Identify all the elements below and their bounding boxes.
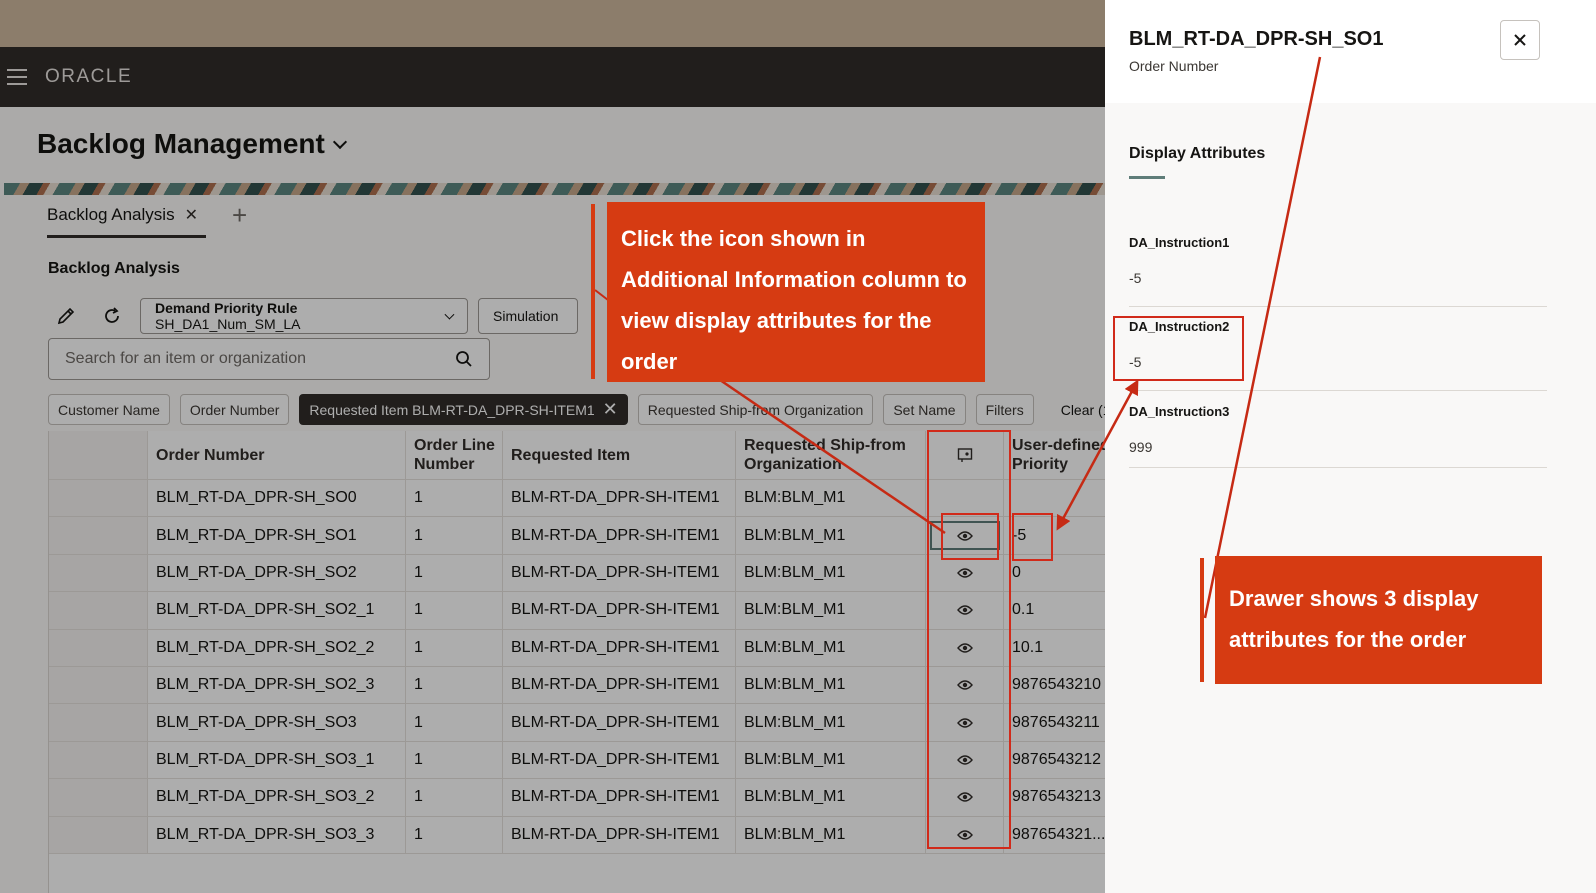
attribute-item: DA_Instruction3 999 [1129,404,1547,468]
highlight-eye-icon [941,513,999,560]
attribute-label: DA_Instruction3 [1129,404,1230,419]
annotation-callout-left: Click the icon shown in Additional Infor… [607,202,985,382]
attribute-item: DA_Instruction1 -5 [1129,235,1547,307]
callout-bar [591,204,595,379]
close-drawer-button[interactable] [1500,20,1540,60]
attribute-value: -5 [1129,270,1142,286]
drawer-header: BLM_RT-DA_DPR-SH_SO1 Order Number [1105,0,1596,103]
display-attributes-tab[interactable]: Display Attributes [1129,145,1265,163]
close-icon [1514,34,1526,46]
tab-underline [1129,176,1165,179]
highlight-info-column [927,430,1011,849]
highlight-attribute [1113,316,1244,381]
attribute-label: DA_Instruction1 [1129,235,1230,250]
drawer-subtitle: Order Number [1129,58,1219,74]
callout-bar [1200,558,1204,682]
annotation-callout-right: Drawer shows 3 display attributes for th… [1215,556,1542,684]
attribute-value: 999 [1129,439,1153,455]
highlight-priority-value [1012,513,1053,561]
display-attributes-drawer: BLM_RT-DA_DPR-SH_SO1 Order Number Displa… [1105,0,1596,893]
drawer-title: BLM_RT-DA_DPR-SH_SO1 [1129,28,1384,50]
